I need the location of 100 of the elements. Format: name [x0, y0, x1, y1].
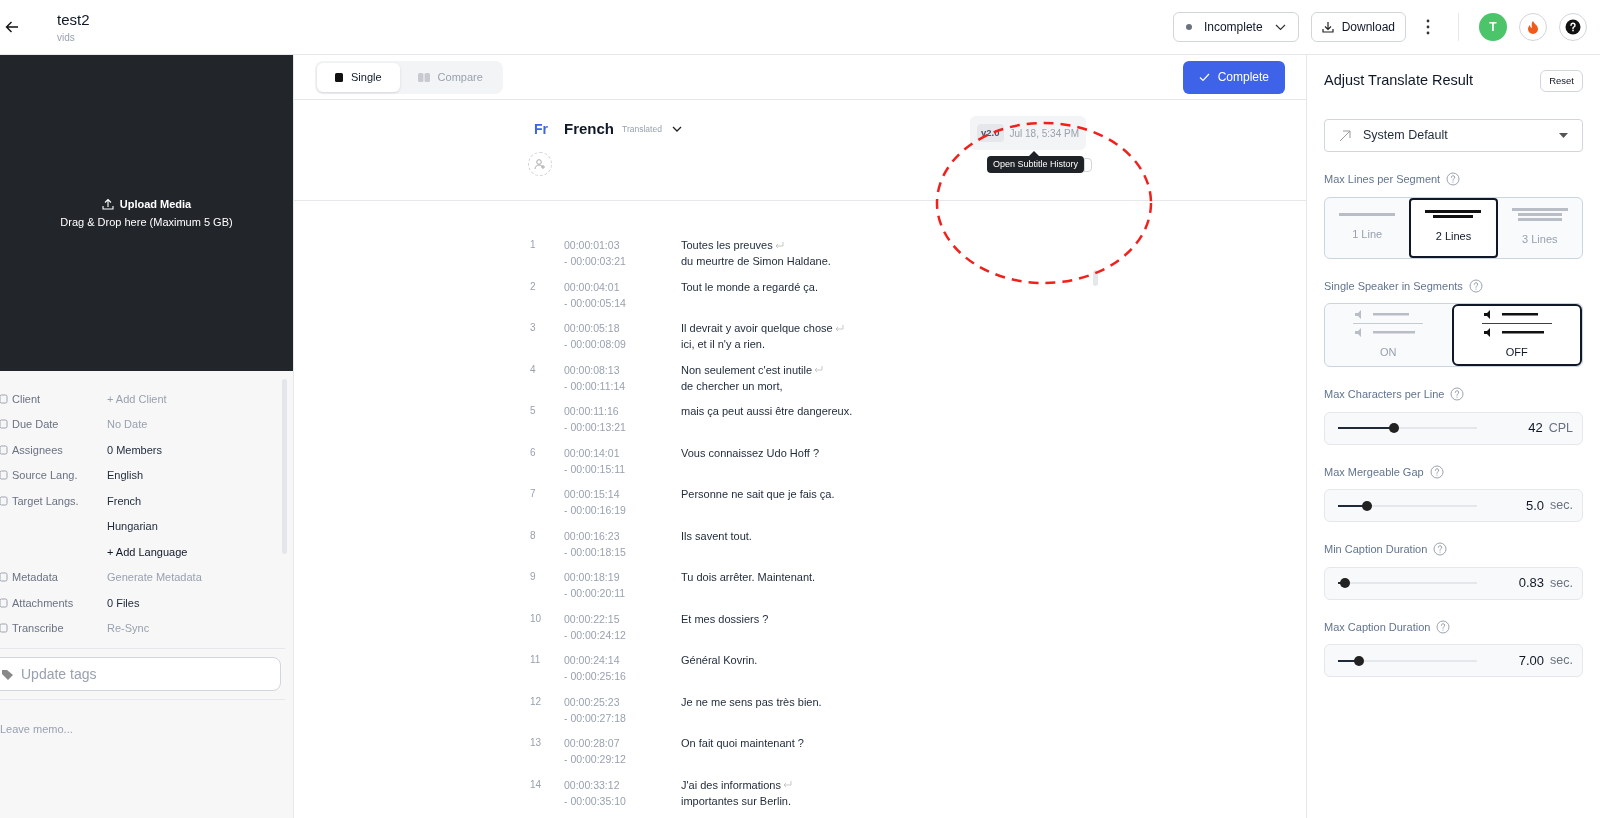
subtitle-line[interactable]: Tu dois arrêter. Maintenant. — [681, 569, 816, 585]
subtitle-line[interactable]: J'ai des informations — [681, 776, 781, 793]
field-icon — [0, 623, 8, 634]
subtitle-line[interactable]: Et mes dossiers ? — [681, 610, 769, 627]
segment-start-time: 00:00:15:14 — [564, 487, 621, 502]
back-arrow-icon[interactable] — [5, 20, 19, 34]
line-count-option[interactable]: 2 Lines — [1409, 197, 1498, 258]
slider-thumb[interactable] — [1362, 500, 1373, 511]
subtitle-line[interactable]: Personne ne sait que je fais ça. — [681, 486, 835, 502]
segment-number: 8 — [530, 528, 537, 543]
slider-thumb[interactable] — [1353, 655, 1364, 666]
subtitle-line[interactable]: de chercher un mort, — [681, 377, 783, 394]
more-options-icon[interactable] — [1426, 19, 1430, 35]
segment-end-time: - 00:00:16:19 — [564, 503, 627, 518]
segment-end-time: - 00:00:08:09 — [564, 337, 627, 352]
view-tab[interactable]: Single — [317, 62, 400, 92]
subtitle-line[interactable]: Non seulement c'est inutile — [681, 361, 813, 378]
slider-unit: sec. — [1550, 497, 1573, 515]
field-label: Client — [12, 391, 42, 407]
segment-end-time: - 00:00:27:18 — [564, 710, 627, 726]
field-value: English — [107, 468, 144, 483]
download-button[interactable]: Download — [1310, 12, 1406, 42]
field-label: Source Lang. — [12, 468, 79, 483]
segment-number: 4 — [530, 362, 537, 377]
segment-number: 13 — [530, 736, 543, 750]
panel-title: Adjust Translate Result — [1324, 71, 1474, 91]
segment-end-time: - 00:00:15:11 — [564, 461, 627, 477]
field-icon — [0, 495, 8, 506]
chevron-down-icon[interactable] — [671, 126, 682, 133]
project-title: test2 — [57, 9, 90, 30]
subtitle-line[interactable]: Toutes les preuves — [681, 237, 773, 253]
upload-icon — [101, 197, 114, 210]
language-code: Fr — [534, 120, 548, 139]
single-view-icon — [335, 72, 343, 82]
language-name[interactable]: French — [564, 118, 614, 141]
checkmark-icon — [1198, 72, 1210, 82]
subtitle-line[interactable]: Il devrait y avoir quelque chose — [681, 320, 833, 336]
field-label: Metadata — [12, 570, 59, 585]
segment-end-time: - 00:00:11:14 — [564, 378, 627, 394]
tags-placeholder: Update tags — [21, 664, 97, 684]
subtitle-line[interactable]: Général Kovrin. — [681, 652, 758, 668]
field-icon — [0, 393, 8, 404]
field-label: Attachments — [12, 595, 75, 611]
status-dropdown[interactable]: Incomplete — [1172, 12, 1299, 42]
field-value: French — [107, 493, 142, 509]
field-label: Assignees — [12, 442, 64, 458]
subtitle-line[interactable]: importantes sur Berlin. — [681, 792, 792, 809]
segment-number: 10 — [530, 611, 543, 626]
field-label: Transcribe — [12, 621, 65, 636]
segment-number: 1 — [530, 238, 537, 252]
subtitle-line[interactable]: mais ça peut aussi être dangereux. — [681, 403, 853, 419]
slider-unit: sec. — [1550, 652, 1573, 670]
segment-number: 14 — [530, 777, 543, 792]
subtitle-line[interactable]: Vous connaissez Udo Hoff ? — [681, 444, 819, 461]
slider-thumb[interactable] — [1388, 423, 1399, 433]
tooltip-pointer-icon — [1029, 151, 1039, 157]
scrollbar-thumb[interactable] — [1093, 270, 1098, 286]
media-drop-area[interactable]: Upload Media Drag & Drop here (Maximum 5 GB) — [0, 55, 293, 371]
field-value: 0 Files — [107, 595, 140, 611]
reset-button[interactable]: Reset — [1540, 70, 1583, 92]
complete-button[interactable]: Complete — [1182, 60, 1285, 94]
split-view-icon — [417, 72, 430, 82]
segment-start-time: 00:00:11:16 — [564, 404, 620, 419]
segment-number: 5 — [530, 404, 537, 418]
line-break-icon — [782, 781, 792, 788]
subtitle-line[interactable]: ici, et il n'y a rien. — [681, 336, 766, 352]
field-label: Target Langs. — [12, 493, 80, 509]
setting-label: Max Caption Duration — [1324, 619, 1431, 635]
tag-icon — [2, 668, 13, 680]
segment-end-time: - 00:00:20:11 — [564, 586, 627, 601]
lines-icon — [1339, 212, 1396, 216]
preset-dropdown[interactable]: System Default — [1324, 119, 1583, 152]
field-value: Hungarian — [107, 519, 158, 534]
upload-title: Upload Media — [119, 196, 192, 212]
field-icon — [0, 572, 8, 583]
version-date: Jul 18, 5:34 PM — [1009, 126, 1079, 141]
subtitle-line[interactable]: Je ne me sens pas très bien. — [681, 693, 822, 710]
chevron-down-icon — [1274, 23, 1286, 31]
field-value[interactable]: + Add Language — [107, 543, 188, 560]
segment-start-time: 00:00:14:01 — [564, 445, 621, 461]
segment-start-time: 00:00:05:18 — [564, 321, 621, 336]
subtitle-line[interactable]: Tout le monde a regardé ça. — [681, 278, 818, 295]
segment-end-time: - 00:00:29:12 — [564, 752, 627, 767]
slider-thumb[interactable] — [1339, 578, 1350, 588]
subtitle-line[interactable]: On fait quoi maintenant ? — [681, 735, 804, 751]
segment-number: 3 — [530, 321, 537, 335]
segment-start-time: 00:00:24:14 — [564, 653, 621, 668]
speaker-option[interactable]: OFF — [1451, 304, 1582, 366]
segment-end-time: - 00:00:18:15 — [564, 544, 627, 560]
arrow-up-right-icon — [1339, 129, 1351, 142]
slider-value: 7.00 — [1518, 651, 1545, 670]
preset-value: System Default — [1363, 127, 1448, 145]
segment-end-time: - 00:00:24:12 — [564, 627, 627, 643]
subtitle-line[interactable]: du meurtre de Simon Haldane. — [681, 253, 831, 269]
setting-label: Single Speaker in Segments — [1324, 278, 1463, 294]
subtitle-line[interactable]: Ils savent tout. — [681, 527, 752, 544]
segment-number: 9 — [530, 570, 537, 584]
field-icon — [0, 444, 8, 455]
setting-label: Min Caption Duration — [1324, 542, 1428, 557]
segment-end-time: - 00:00:25:16 — [564, 669, 627, 684]
